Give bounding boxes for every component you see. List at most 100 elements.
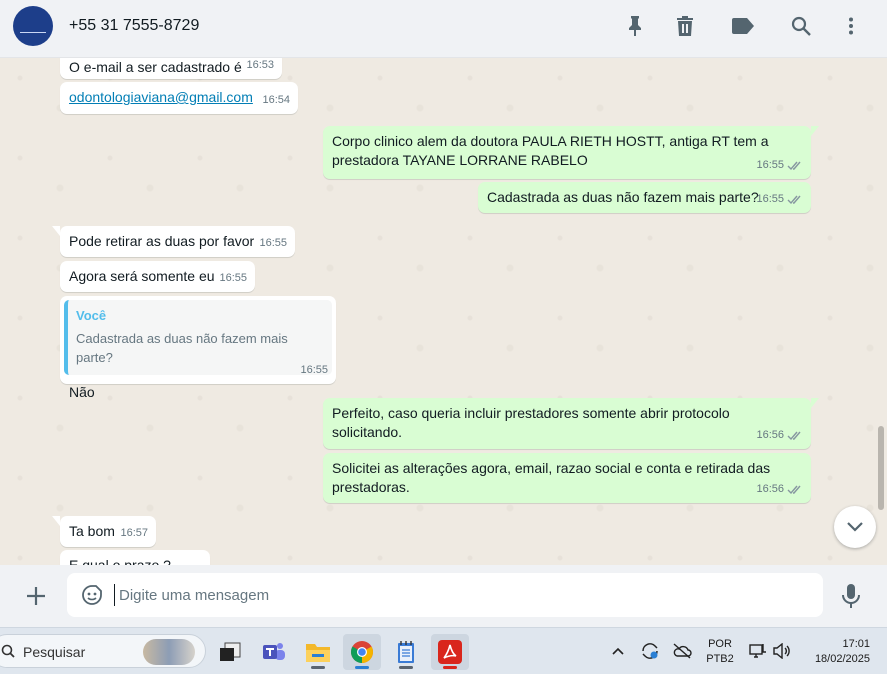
language-code: POR xyxy=(708,638,732,650)
message-meta: 16:55 xyxy=(756,190,803,209)
search-icon xyxy=(1,644,15,658)
chrome-icon xyxy=(351,641,373,663)
message-time: 16:54 xyxy=(262,94,290,106)
taskbar-clock[interactable]: 17:01 18/02/2025 xyxy=(800,637,880,667)
message-time: 16:56 xyxy=(756,429,784,441)
message-time: 16:55 xyxy=(300,364,328,376)
message-time: 16:55 xyxy=(219,272,247,284)
sync-icon xyxy=(642,643,658,659)
network-icon xyxy=(749,644,766,658)
message-meta: 16:56 xyxy=(756,480,803,499)
clock-date: 18/02/2025 xyxy=(814,653,870,665)
message-time: 16:53 xyxy=(246,59,274,71)
tray-sync[interactable] xyxy=(640,641,660,661)
label-icon[interactable] xyxy=(731,14,755,38)
running-indicator xyxy=(399,666,413,669)
double-check-icon xyxy=(787,431,801,441)
message-incoming[interactable]: O e-mail a ser cadastrado é 16:53 xyxy=(60,58,282,79)
keyboard-layout: PTB2 xyxy=(706,653,734,665)
message-meta: 16:56 xyxy=(756,426,803,445)
message-incoming[interactable]: odontologiaviana@gmail.com 16:54 xyxy=(60,82,298,114)
contact-avatar[interactable] xyxy=(13,6,53,46)
notepad-icon xyxy=(398,641,414,663)
clock-time: 17:01 xyxy=(842,638,870,650)
message-incoming[interactable]: E qual o prazo ? xyxy=(60,550,210,565)
scroll-to-bottom-button[interactable] xyxy=(834,506,876,548)
attach-button[interactable] xyxy=(24,584,48,608)
message-composer xyxy=(0,565,887,627)
taskbar-task-view[interactable] xyxy=(211,634,249,670)
message-incoming[interactable]: Pode retirar as duas por favor 16:55 xyxy=(52,226,295,257)
chevron-up-icon xyxy=(612,647,624,655)
double-check-icon xyxy=(787,485,801,495)
chat-header: +55 31 7555-8729 xyxy=(0,0,887,58)
quoted-text: Cadastrada as duas não fazem mais parte? xyxy=(76,331,288,365)
message-text: Cadastrada as duas não fazem mais parte? xyxy=(487,189,759,205)
tray-volume[interactable] xyxy=(772,641,792,661)
message-time: 16:55 xyxy=(756,159,784,171)
more-vertical-icon[interactable] xyxy=(839,14,863,38)
message-text: Ta bom xyxy=(69,523,115,539)
message-text: Solicitei as alterações agora, email, ra… xyxy=(332,460,771,495)
plus-icon xyxy=(27,587,45,605)
logo-icon xyxy=(20,19,46,33)
message-outgoing[interactable]: Perfeito, caso queria incluir prestadore… xyxy=(323,398,819,449)
message-text: Pode retirar as duas por favor xyxy=(69,233,255,249)
message-text: Corpo clinico alem da doutora PAULA RIET… xyxy=(332,133,769,168)
chevron-down-icon xyxy=(847,522,863,532)
folder-icon xyxy=(306,644,330,662)
quoted-message[interactable]: Você Cadastrada as duas não fazem mais p… xyxy=(64,300,332,375)
task-view-icon xyxy=(220,642,241,661)
message-outgoing[interactable]: Solicitei as alterações agora, email, ra… xyxy=(323,453,811,503)
message-outgoing[interactable]: Corpo clinico alem da doutora PAULA RIET… xyxy=(323,126,819,179)
tray-overflow-button[interactable] xyxy=(608,641,628,661)
double-check-icon xyxy=(787,195,801,205)
message-input-box xyxy=(67,573,823,617)
message-text: Perfeito, caso queria incluir prestadore… xyxy=(332,405,730,440)
taskbar-search-label: Pesquisar xyxy=(23,644,86,660)
message-text: Não xyxy=(69,384,95,400)
message-outgoing[interactable]: Cadastrada as duas não fazem mais parte?… xyxy=(478,182,811,213)
message-time: 16:57 xyxy=(120,527,148,539)
contact-name[interactable]: +55 31 7555-8729 xyxy=(69,17,199,35)
search-highlight-image xyxy=(143,639,195,665)
speaker-icon xyxy=(773,643,790,659)
taskbar-chrome[interactable] xyxy=(343,634,381,670)
running-indicator xyxy=(311,666,325,669)
taskbar-acrobat[interactable] xyxy=(431,634,469,670)
message-meta: 16:55 xyxy=(756,156,803,175)
double-check-icon xyxy=(787,161,801,171)
message-time: 16:55 xyxy=(259,237,287,249)
message-input[interactable] xyxy=(114,584,804,606)
running-indicator xyxy=(443,666,457,669)
tray-onedrive-offline[interactable] xyxy=(672,641,692,661)
cloud-off-icon xyxy=(673,643,692,659)
sticker-icon xyxy=(82,585,102,605)
tray-network[interactable] xyxy=(748,641,768,661)
voice-message-button[interactable] xyxy=(840,583,862,609)
delete-icon[interactable] xyxy=(673,14,697,38)
taskbar-file-explorer[interactable] xyxy=(299,634,337,670)
input-language[interactable]: POR PTB2 xyxy=(700,637,740,667)
search-icon[interactable] xyxy=(789,14,813,38)
taskbar-notepad[interactable] xyxy=(387,634,425,670)
pin-icon[interactable] xyxy=(623,14,647,38)
microphone-icon xyxy=(842,584,860,608)
windows-taskbar: Pesquisar POR PTB2 17:01 18/02/2025 xyxy=(0,627,887,674)
message-text: Agora será somente eu xyxy=(69,268,215,284)
teams-icon xyxy=(263,643,285,660)
pdf-icon xyxy=(438,640,462,664)
message-incoming-reply[interactable]: Você Cadastrada as duas não fazem mais p… xyxy=(60,296,336,400)
message-time: 16:56 xyxy=(756,483,784,495)
message-incoming[interactable]: Agora será somente eu 16:55 xyxy=(60,261,255,292)
taskbar-teams[interactable] xyxy=(255,634,293,670)
quoted-author: Você xyxy=(76,308,107,323)
taskbar-search[interactable]: Pesquisar xyxy=(0,634,206,668)
sticker-button[interactable] xyxy=(80,583,104,607)
message-incoming[interactable]: Ta bom 16:57 xyxy=(52,516,156,547)
message-time: 16:55 xyxy=(756,193,784,205)
message-text: E qual o prazo ? xyxy=(69,557,171,565)
chat-scrollbar[interactable] xyxy=(878,426,884,510)
email-link[interactable]: odontologiaviana@gmail.com xyxy=(69,89,253,105)
message-list[interactable]: O e-mail a ser cadastrado é 16:53 odonto… xyxy=(0,58,887,565)
